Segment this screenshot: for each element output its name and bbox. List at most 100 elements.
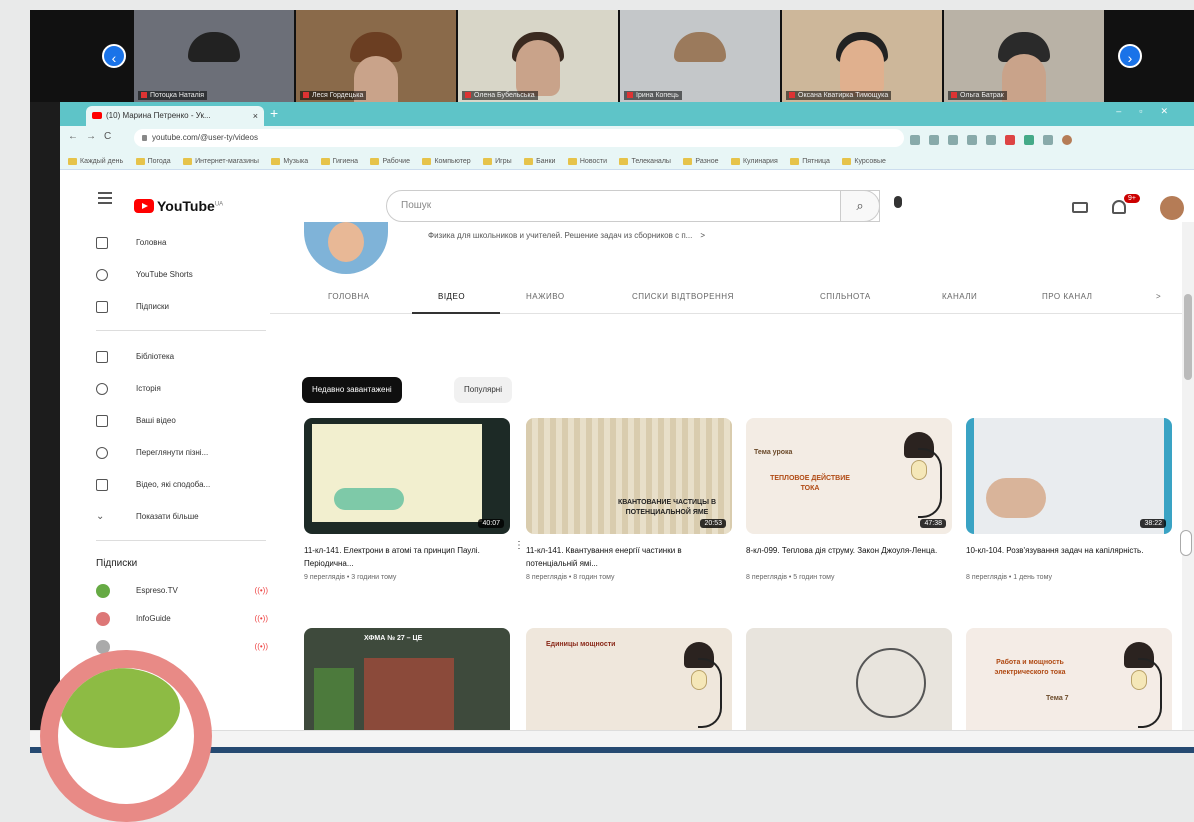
bookmark-folder[interactable]: Интернет-магазины: [183, 152, 259, 169]
bookmark-folder[interactable]: Рабочие: [370, 152, 410, 169]
create-video-icon[interactable]: [1072, 202, 1088, 213]
video-card[interactable]: КВАНТОВАНИЕ ЧАСТИЦЫ В ПОТЕНЦИАЛЬНОЙ ЯМЕ …: [526, 418, 732, 581]
bookmark-folder[interactable]: Банки: [524, 152, 555, 169]
microphone-icon[interactable]: [894, 196, 902, 208]
video-card[interactable]: 38:22 10-кл-104. Розв'язування задач на …: [966, 418, 1172, 581]
video-thumbnail[interactable]: [746, 628, 952, 730]
video-thumbnail[interactable]: 40:07: [304, 418, 510, 534]
scrollbar-thumb[interactable]: [1184, 294, 1192, 380]
bookmark-folder[interactable]: Игры: [483, 152, 512, 169]
bookmark-folder[interactable]: Разное: [683, 152, 718, 169]
extension-icon[interactable]: [986, 135, 996, 145]
video-card[interactable]: Работа и мощность электрического тока Те…: [966, 628, 1172, 730]
sidebar-item-watch-later[interactable]: Переглянути пізні...: [96, 442, 266, 464]
video-thumbnail[interactable]: 38:22: [966, 418, 1172, 534]
youtube-logo[interactable]: YouTubeUA: [134, 198, 223, 214]
video-thumbnail[interactable]: ХФМА № 27 – ЦЕ: [304, 628, 510, 730]
bookmark-folder[interactable]: Музыка: [271, 152, 308, 169]
video-title[interactable]: 11-кл-141. Електрони в атомі та принцип …: [304, 544, 510, 570]
share-icon[interactable]: [910, 135, 920, 145]
more-vert-icon[interactable]: ⋮: [514, 540, 524, 551]
tab-channels[interactable]: КАНАЛИ: [942, 292, 977, 301]
bell-icon[interactable]: [1112, 200, 1126, 214]
sidebar-item-label: Відео, які сподоба...: [136, 480, 211, 489]
extension-icons[interactable]: [910, 132, 1081, 150]
search-input[interactable]: Пошук: [386, 190, 880, 222]
sidebar-item-history[interactable]: Історія: [96, 378, 266, 400]
sidebar-item-library[interactable]: Бібліотека: [96, 346, 266, 368]
chip-popular[interactable]: Популярні: [454, 377, 512, 403]
sidebar-item-your-videos[interactable]: Ваші відео: [96, 410, 266, 432]
video-thumbnail[interactable]: Тема урока ТЕПЛОВОЕ ДЕЙСТВИЕ ТОКА 47:38: [746, 418, 952, 534]
browser-tab[interactable]: (10) Марина Петренко - Ук... ×: [86, 106, 264, 126]
bookmark-folder[interactable]: Курсовые: [842, 152, 886, 169]
sidebar-item-label: Ваші відео: [136, 416, 176, 425]
chevron-left-icon[interactable]: ‹: [102, 44, 126, 68]
channel-avatar[interactable]: [304, 222, 388, 274]
video-title[interactable]: 10-кл-104. Розв'язування задач на капіля…: [966, 544, 1172, 570]
participant-name: Леся Гордецька: [300, 91, 367, 100]
chevron-right-icon[interactable]: ›: [1118, 44, 1142, 68]
extension-icon[interactable]: [1024, 135, 1034, 145]
like-icon: [96, 479, 108, 491]
video-card[interactable]: 40:07 11-кл-141. Електрони в атомі та пр…: [304, 418, 524, 581]
sidebar-item-home[interactable]: Головна: [96, 232, 266, 254]
video-thumbnail[interactable]: Работа и мощность электрического тока Те…: [966, 628, 1172, 730]
chip-recent[interactable]: Недавно завантажені: [302, 377, 402, 403]
participant-face: [1002, 54, 1046, 102]
video-thumbnail[interactable]: Единицы мощности: [526, 628, 732, 730]
bookmark-folder[interactable]: Кулинария: [731, 152, 778, 169]
channel-description-text: Физика для школьников и учителей. Решени…: [428, 231, 693, 240]
star-icon[interactable]: [948, 135, 958, 145]
bookmark-folder[interactable]: Компьютер: [422, 152, 470, 169]
bookmark-folder[interactable]: Телеканалы: [619, 152, 671, 169]
new-tab-button[interactable]: +: [270, 105, 278, 121]
search-icon[interactable]: ⌕: [840, 190, 880, 222]
window-controls[interactable]: –▫✕: [1116, 106, 1186, 117]
video-card[interactable]: ХФМА № 27 – ЦЕ: [304, 628, 510, 730]
divider: [96, 540, 266, 541]
extension-icon[interactable]: [967, 135, 977, 145]
bookmark-folder[interactable]: Гигиена: [321, 152, 358, 169]
chevron-right-icon[interactable]: >: [1156, 292, 1161, 301]
tab-community[interactable]: СПІЛЬНОТА: [820, 292, 871, 301]
profile-icon[interactable]: [1062, 135, 1072, 145]
menu-icon[interactable]: [98, 192, 112, 207]
bookmark-folder[interactable]: Пятница: [790, 152, 830, 169]
sidebar-item-label: Історія: [136, 384, 161, 393]
subscription-item[interactable]: InfoGuide ((•)): [96, 608, 276, 630]
thumbnail-caption: ХФМА № 27 – ЦЕ: [364, 635, 423, 642]
extension-icon[interactable]: [1005, 135, 1015, 145]
bookmark-folder[interactable]: Погода: [136, 152, 171, 169]
tab-live[interactable]: НАЖИВО: [526, 292, 565, 301]
tab-home[interactable]: ГОЛОВНА: [328, 292, 369, 301]
video-thumbnail[interactable]: КВАНТОВАНИЕ ЧАСТИЦЫ В ПОТЕНЦИАЛЬНОЙ ЯМЕ …: [526, 418, 732, 534]
youtube-favicon-icon: [92, 112, 102, 119]
scrollbar[interactable]: [1182, 222, 1194, 730]
video-card[interactable]: Тема урока ТЕПЛОВОЕ ДЕЙСТВИЕ ТОКА 47:38 …: [746, 418, 952, 581]
video-title[interactable]: 11-кл-141. Квантування енергії частинки …: [526, 544, 732, 570]
sidebar-item-subscriptions[interactable]: Підписки: [96, 296, 266, 318]
video-title[interactable]: 8-кл-099. Теплова дія струму. Закон Джоу…: [746, 544, 952, 570]
sidebar-item-show-more[interactable]: ⌄ Показати більше: [96, 506, 266, 528]
nav-buttons[interactable]: ←→C: [68, 131, 119, 142]
bookmark-folder[interactable]: Каждый день: [68, 152, 123, 169]
url-input[interactable]: youtube.com/@user-ty/videos: [134, 129, 904, 147]
side-widget-icon[interactable]: [1180, 530, 1192, 556]
video-card[interactable]: Единицы мощности: [526, 628, 732, 730]
sidebar-item-liked[interactable]: Відео, які сподоба...: [96, 474, 266, 496]
participant-name: Потоцка Наталія: [138, 91, 208, 100]
extension-icon[interactable]: [929, 135, 939, 145]
avatar[interactable]: [1160, 196, 1184, 220]
sidebar-item-shorts[interactable]: YouTube Shorts: [96, 264, 266, 286]
chevron-right-icon[interactable]: >: [700, 231, 705, 240]
video-card[interactable]: [746, 628, 952, 730]
close-tab-icon[interactable]: ×: [253, 106, 258, 126]
subscription-item[interactable]: Espreso.TV ((•)): [96, 580, 276, 602]
puzzle-icon[interactable]: [1043, 135, 1053, 145]
tab-videos[interactable]: ВІДЕО: [438, 292, 465, 301]
channel-description[interactable]: Физика для школьников и учителей. Решени…: [428, 231, 705, 240]
tab-about[interactable]: ПРО КАНАЛ: [1042, 292, 1092, 301]
bookmark-folder[interactable]: Новости: [568, 152, 607, 169]
tab-playlists[interactable]: СПИСКИ ВІДТВОРЕННЯ: [632, 292, 734, 301]
